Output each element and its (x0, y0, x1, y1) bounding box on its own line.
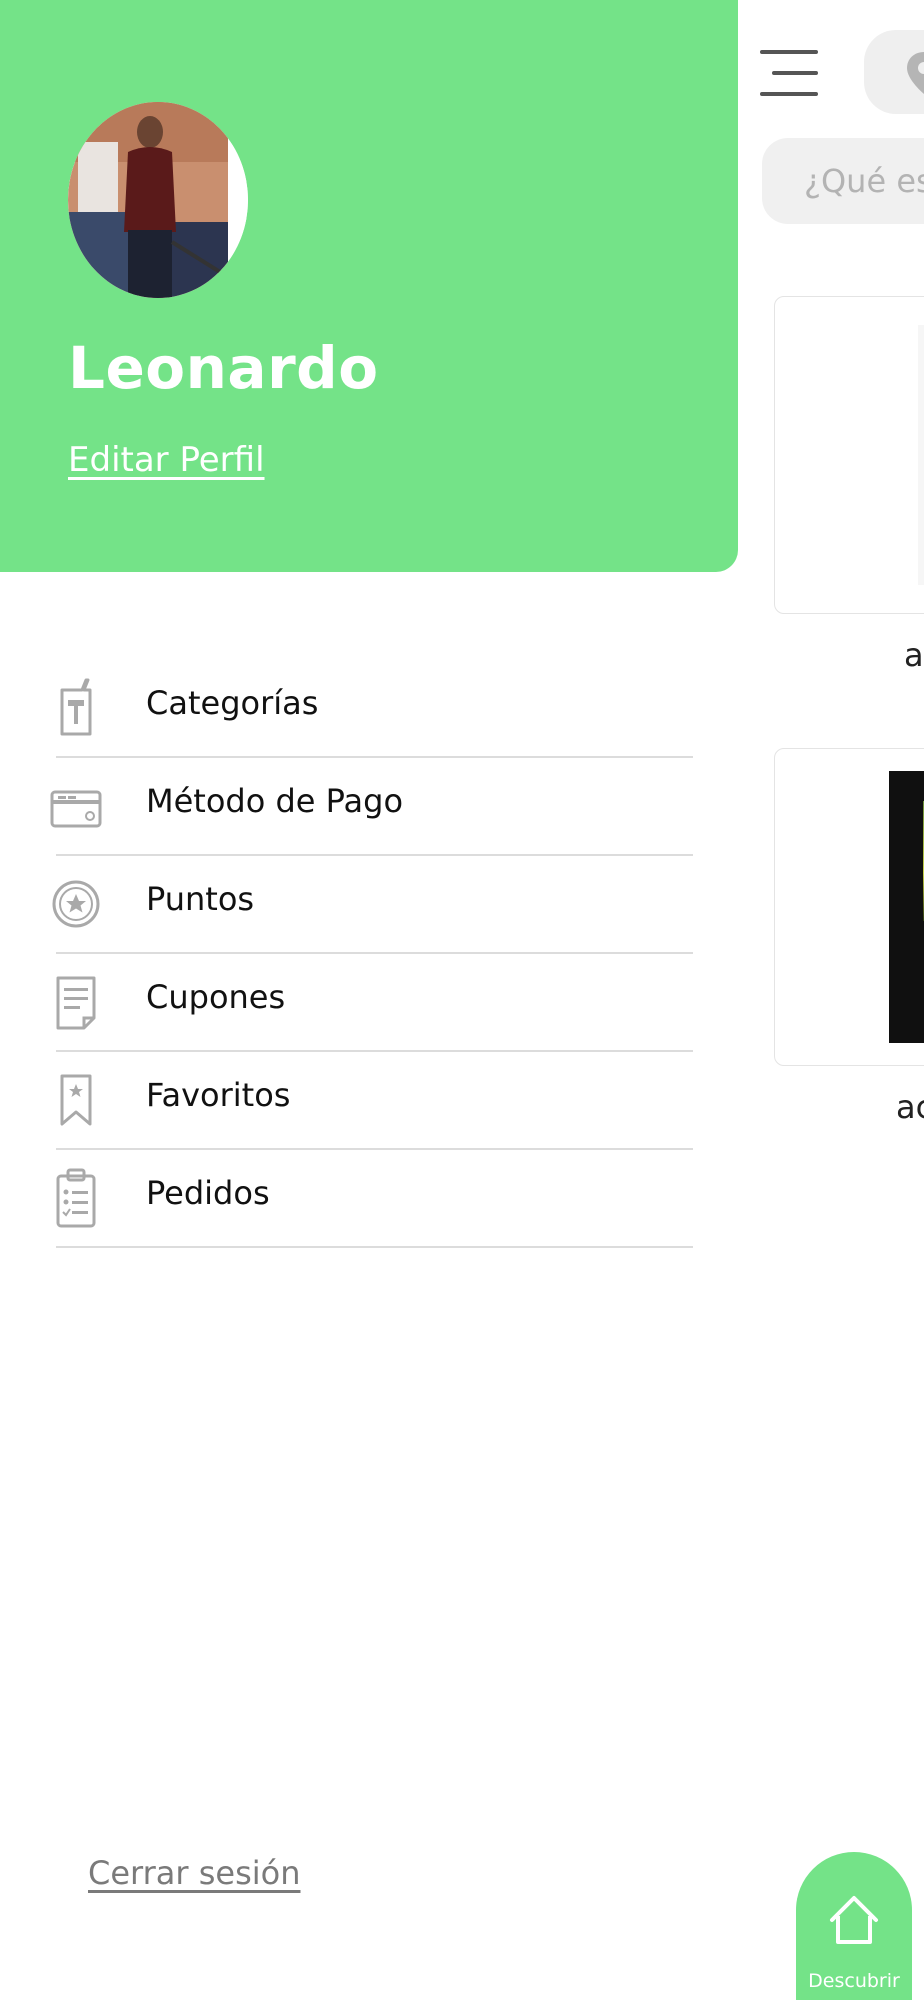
avatar[interactable] (68, 102, 248, 298)
credit-card-icon (46, 772, 106, 838)
drink-category-icon (46, 674, 106, 740)
product-name: a (904, 636, 924, 674)
product-image (918, 325, 924, 585)
hamburger-menu-icon[interactable] (760, 50, 818, 96)
home-icon (830, 1896, 878, 1944)
avatar-photo (68, 102, 248, 298)
menu-item-label: Pedidos (146, 1174, 270, 1212)
menu-item-metodo-de-pago[interactable]: Método de Pago (0, 758, 738, 856)
app-screen: ¿Qué es a ac Descubrir (0, 0, 924, 2000)
clipboard-list-icon (46, 1164, 106, 1230)
menu-item-cupones[interactable]: Cupones (0, 954, 738, 1052)
star-badge-icon (46, 870, 106, 936)
menu-item-puntos[interactable]: Puntos (0, 856, 738, 954)
bookmark-star-icon (46, 1066, 106, 1132)
user-name: Leonardo (68, 334, 379, 402)
menu-item-label: Cupones (146, 978, 286, 1016)
logout-link[interactable]: Cerrar sesión (88, 1854, 301, 1892)
menu-item-label: Puntos (146, 880, 255, 918)
drawer-menu: Categorías Método de Pago Puntos Cupones… (0, 660, 738, 1248)
discover-tab-label: Descubrir (808, 1970, 900, 1992)
navigation-drawer: Leonardo Editar Perfil Categorías Método… (0, 0, 738, 2000)
discover-tab-button[interactable]: Descubrir (796, 1852, 912, 2000)
product-card[interactable] (774, 296, 924, 614)
product-image (889, 771, 924, 1043)
coupon-document-icon (46, 968, 106, 1034)
location-selector[interactable] (864, 30, 924, 114)
edit-profile-link[interactable]: Editar Perfil (68, 440, 265, 480)
search-input[interactable]: ¿Qué es (762, 138, 924, 224)
menu-item-favoritos[interactable]: Favoritos (0, 1052, 738, 1150)
menu-item-categorias[interactable]: Categorías (0, 660, 738, 758)
location-pin-icon (907, 52, 924, 94)
divider (56, 1246, 693, 1248)
product-name: ac (896, 1088, 924, 1126)
menu-item-label: Método de Pago (146, 782, 404, 820)
menu-item-pedidos[interactable]: Pedidos (0, 1150, 738, 1248)
profile-header: Leonardo Editar Perfil (0, 0, 738, 572)
menu-item-label: Favoritos (146, 1076, 291, 1114)
menu-item-label: Categorías (146, 684, 319, 722)
product-card[interactable] (774, 748, 924, 1066)
